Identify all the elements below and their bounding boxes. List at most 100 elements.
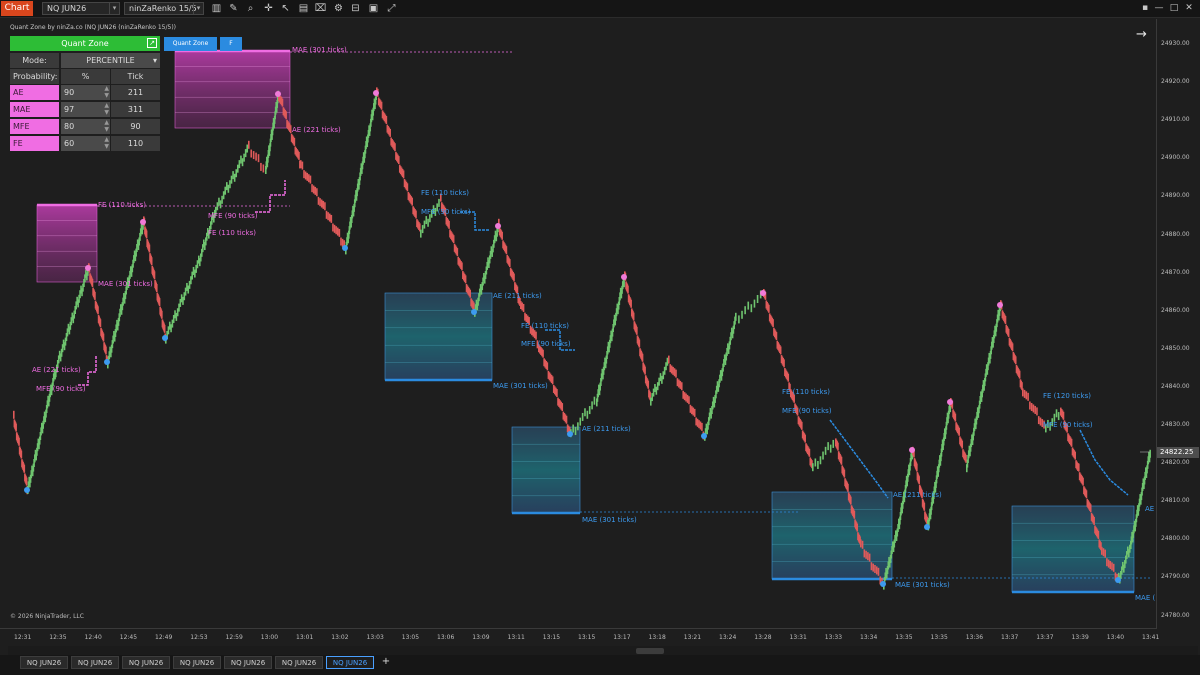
up-brick xyxy=(819,456,822,465)
strategy-icon[interactable]: ⚙ xyxy=(332,2,345,15)
bar-type-icon[interactable]: ▥ xyxy=(210,2,223,15)
pct-input[interactable]: 97 ▲ ▼ xyxy=(61,102,110,117)
instrument-selector[interactable]: NQ JUN26 ▾ xyxy=(42,2,120,15)
down-brick xyxy=(669,364,672,373)
annotation-label: AE (221 ticks) xyxy=(32,366,81,374)
chart-tab[interactable]: NQ JUN26 xyxy=(71,656,119,669)
blue-zone xyxy=(511,426,581,514)
down-brick xyxy=(336,227,339,236)
down-brick xyxy=(1025,391,1028,400)
up-brick xyxy=(246,144,249,153)
down-brick xyxy=(688,396,690,405)
down-brick xyxy=(257,154,260,163)
up-brick xyxy=(659,373,662,382)
swing-low-dot xyxy=(342,245,348,251)
down-brick xyxy=(456,248,459,257)
horizontal-scrollbar[interactable] xyxy=(8,646,1198,655)
pct-input[interactable]: 80 ▲ ▼ xyxy=(61,119,110,134)
time-tick-label: 13:33 xyxy=(824,634,843,641)
pencil-icon[interactable]: ✎ xyxy=(227,2,240,15)
expand-icon[interactable]: ⤢ xyxy=(385,2,398,15)
chart-tab[interactable]: NQ JUN26 xyxy=(173,656,221,669)
down-brick xyxy=(306,172,309,181)
down-brick xyxy=(696,418,699,427)
down-brick xyxy=(461,262,463,271)
spinner-icon[interactable]: ▲ ▼ xyxy=(104,85,109,99)
up-brick xyxy=(427,218,429,227)
swing-high-dot xyxy=(373,90,379,96)
swing-low-dot xyxy=(162,335,168,341)
down-brick xyxy=(1062,411,1065,420)
down-brick xyxy=(94,291,96,300)
down-brick xyxy=(1112,563,1115,572)
down-brick xyxy=(1027,392,1029,401)
up-brick xyxy=(822,451,824,460)
down-brick xyxy=(840,456,843,465)
up-brick xyxy=(824,446,827,455)
price-tick-label: 24810.00 xyxy=(1161,497,1190,505)
down-brick xyxy=(860,539,862,548)
down-brick xyxy=(870,562,873,571)
annotation-label: MAE (301 ticks) xyxy=(582,516,637,524)
quant-zone-header[interactable]: Quant Zone ↗ xyxy=(10,36,160,51)
mode-select[interactable]: PERCENTILE ▾ xyxy=(61,53,160,68)
price-tick-label: 24900.00 xyxy=(1161,154,1190,162)
spinner-icon[interactable]: ▲ ▼ xyxy=(104,102,109,116)
pct-input[interactable]: 60 ▲ ▼ xyxy=(61,136,110,151)
price-chart[interactable]: MAE (301 ticks) AE (221 ticks) MFE (90 tic… xyxy=(6,19,1156,627)
pointer-icon[interactable]: ↖ xyxy=(279,2,292,15)
tick-value: 110 xyxy=(111,136,160,151)
chart-tab[interactable]: NQ JUN26 xyxy=(224,656,272,669)
pct-input[interactable]: 90 ▲ ▼ xyxy=(61,85,110,100)
down-brick xyxy=(415,210,417,219)
annotation-label: MAE (301 ticks) xyxy=(895,581,950,589)
maximize-button[interactable]: □ xyxy=(1167,2,1181,15)
time-tick-label: 13:37 xyxy=(1036,634,1054,641)
annotation-label: MAE ( xyxy=(1135,594,1155,602)
zoom-icon[interactable]: ⌕ xyxy=(244,2,257,15)
arrow-right-icon[interactable]: → xyxy=(1136,27,1147,42)
up-brick xyxy=(756,295,759,303)
scrollbar-thumb[interactable] xyxy=(636,648,664,654)
screenshot-icon[interactable]: ⌧ xyxy=(314,2,327,15)
down-brick xyxy=(630,299,632,308)
external-link-icon[interactable]: ↗ xyxy=(147,38,157,48)
panel-row-fe: FE 60 ▲ ▼ 110 xyxy=(10,136,160,152)
annotation-label: AE (211 ticks) xyxy=(582,425,631,433)
chart-tab[interactable]: NQ JUN26 xyxy=(326,656,374,669)
spinner-icon[interactable]: ▲ ▼ xyxy=(104,119,109,133)
annotation-label: MFE (90 ticks) xyxy=(521,340,571,348)
down-brick xyxy=(102,333,105,342)
down-brick xyxy=(145,230,148,239)
up-brick xyxy=(232,171,234,180)
price-tick-label: 24910.00 xyxy=(1161,116,1190,124)
crosshair-icon[interactable]: ✛ xyxy=(262,2,275,15)
bar-type-selector[interactable]: ninZaRenko 15/5 ▾ xyxy=(124,2,204,15)
chart-menu-button[interactable]: Chart xyxy=(1,1,33,16)
chart-tab[interactable]: NQ JUN26 xyxy=(20,656,68,669)
settings-icon[interactable]: ▪ xyxy=(1138,2,1152,15)
down-brick xyxy=(464,275,467,284)
data-box-icon[interactable]: ⊟ xyxy=(349,2,362,15)
down-brick xyxy=(856,523,859,532)
down-brick xyxy=(699,421,702,430)
down-brick xyxy=(1032,404,1035,413)
spinner-icon[interactable]: ▲ ▼ xyxy=(104,136,109,150)
tab-f[interactable]: F xyxy=(220,37,242,51)
time-tick-label: 12:31 xyxy=(14,634,32,641)
close-button[interactable]: ✕ xyxy=(1182,2,1196,15)
chevron-down-icon: ▾ xyxy=(152,56,157,65)
down-brick xyxy=(1030,402,1033,411)
down-brick xyxy=(91,278,94,287)
tab-quant-zone[interactable]: Quant Zone xyxy=(164,37,217,51)
minimize-button[interactable]: — xyxy=(1152,2,1166,15)
down-brick xyxy=(783,359,785,368)
properties-icon[interactable]: ▣ xyxy=(367,2,380,15)
chart-tab[interactable]: NQ JUN26 xyxy=(275,656,323,669)
chart-trader-icon[interactable]: ▤ xyxy=(297,2,310,15)
down-brick xyxy=(1111,562,1113,571)
down-brick xyxy=(522,303,525,312)
add-tab-button[interactable]: + xyxy=(380,656,392,669)
chart-tab[interactable]: NQ JUN26 xyxy=(122,656,170,669)
up-brick xyxy=(581,412,584,421)
